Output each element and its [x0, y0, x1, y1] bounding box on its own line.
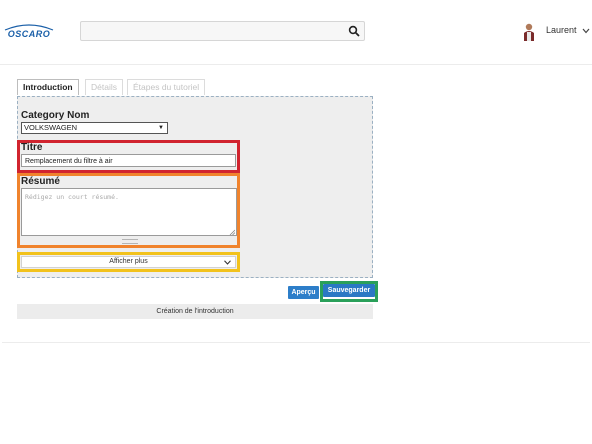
avatar[interactable]	[522, 22, 536, 42]
save-button[interactable]: Sauvegarder	[323, 284, 375, 297]
search-input[interactable]	[80, 21, 365, 41]
category-label: Category Nom	[21, 110, 90, 121]
resize-handle-icon[interactable]	[229, 229, 235, 235]
chevron-down-icon	[224, 260, 231, 265]
dropdown-arrow-icon: ▼	[158, 125, 164, 131]
intro-creation-bar: Création de l'introduction	[17, 304, 373, 319]
tab-details[interactable]: Détails	[85, 79, 123, 95]
oscaro-logo[interactable]: OSCARO	[2, 22, 56, 42]
category-value: VOLKSWAGEN	[24, 123, 78, 132]
summary-label: Résumé	[21, 176, 60, 187]
top-bar: OSCARO Laurent	[0, 0, 592, 65]
summary-textarea[interactable]: Rédigez un court résumé.	[21, 188, 237, 236]
title-field[interactable]: Remplacement du filtre à air	[21, 154, 236, 167]
category-select[interactable]: VOLKSWAGEN ▼	[21, 122, 168, 134]
show-more-button[interactable]: Afficher plus	[21, 256, 236, 268]
logo-text: OSCARO	[8, 29, 51, 39]
tab-steps[interactable]: Étapes du tutoriel	[127, 79, 206, 95]
resize-grip[interactable]	[122, 239, 138, 244]
preview-button[interactable]: Aperçu	[288, 286, 319, 299]
chevron-down-icon[interactable]	[582, 28, 590, 34]
user-name[interactable]: Laurent	[546, 25, 577, 35]
show-more-label: Afficher plus	[109, 258, 148, 265]
tab-introduction[interactable]: Introduction	[17, 79, 79, 95]
title-label: Titre	[21, 142, 43, 153]
search-icon[interactable]	[348, 25, 360, 37]
